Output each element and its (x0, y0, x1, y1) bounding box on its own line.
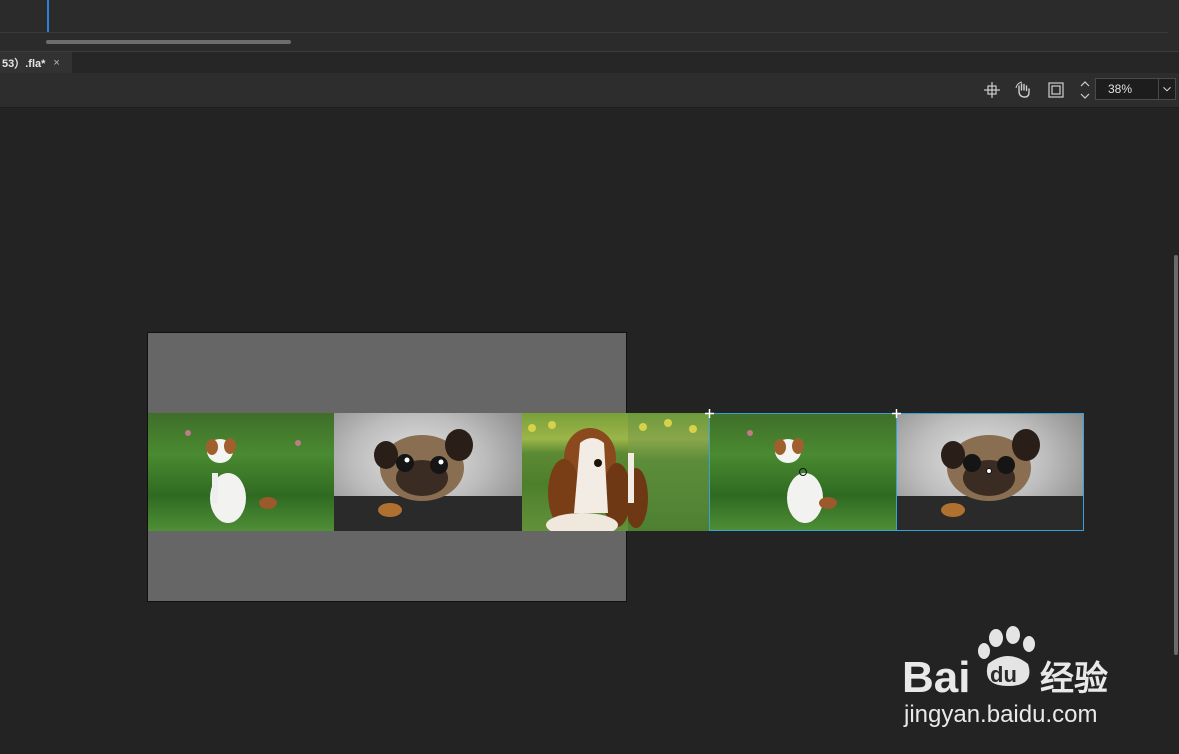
watermark-brand-mid: du (990, 662, 1017, 687)
chevron-up-icon (1080, 81, 1090, 87)
fit-frame-icon[interactable] (1047, 81, 1065, 99)
document-tab-label: 53）.fla* (2, 57, 46, 70)
watermark-brand-cn: 经验 (1040, 659, 1108, 699)
timeline-horizontal-scrollbar[interactable] (46, 40, 291, 44)
timeline-divider (0, 32, 1168, 33)
document-tab-bar: 53）.fla* × (0, 51, 1179, 73)
chevron-down-icon (1080, 93, 1090, 99)
stage-toolbar: 38% (0, 73, 1179, 108)
zoom-input[interactable]: 38% (1095, 78, 1159, 100)
registration-point[interactable] (799, 468, 807, 476)
timeline-panel (0, 0, 1179, 51)
watermark-brand: Bai (902, 653, 970, 702)
transform-handle[interactable] (705, 409, 714, 418)
hand-rotate-icon[interactable] (1015, 81, 1033, 99)
selection-divider (896, 413, 897, 531)
registration-point[interactable] (986, 468, 992, 474)
zoom-stepper[interactable] (1078, 79, 1092, 101)
document-tab[interactable]: 53）.fla* × (0, 52, 72, 73)
watermark-url: jingyan.baidu.com (903, 701, 1097, 728)
baidu-jingyan-watermark: Bai du 经验 jingyan.baidu.com (902, 626, 1108, 728)
transform-handle[interactable] (892, 409, 901, 418)
snap-icon[interactable] (983, 81, 1001, 99)
photo-pug[interactable] (334, 413, 522, 531)
stage-vertical-scrollbar[interactable] (1174, 255, 1178, 655)
zoom-dropdown-button[interactable] (1158, 78, 1176, 100)
photo-puppy[interactable] (148, 413, 334, 531)
playhead[interactable] (47, 0, 49, 32)
chevron-down-icon (1163, 86, 1171, 92)
close-icon[interactable]: × (53, 57, 59, 69)
photo-hound-background[interactable] (628, 413, 709, 531)
photo-basset-hound[interactable] (522, 413, 628, 531)
